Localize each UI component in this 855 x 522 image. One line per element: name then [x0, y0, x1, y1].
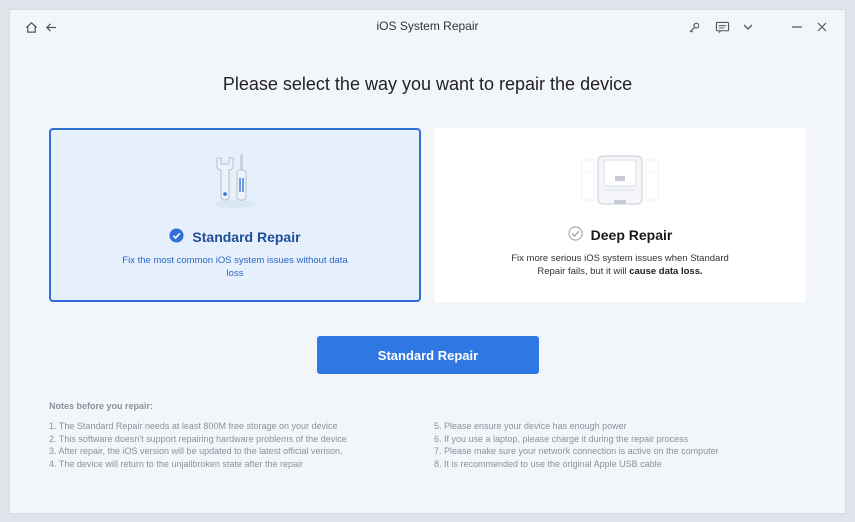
notes-list-left: 1. The Standard Repair needs at least 80… — [49, 420, 419, 470]
feedback-icon[interactable] — [713, 18, 731, 36]
chevron-down-icon[interactable] — [739, 18, 757, 36]
standard-repair-label: Standard Repair — [192, 229, 301, 245]
tools-icon — [51, 152, 419, 212]
standard-repair-desc: Fix the most common iOS system issues wi… — [122, 255, 348, 279]
standard-repair-button[interactable]: Standard Repair — [317, 336, 539, 374]
note-item: 3. After repair, the iOS version will be… — [49, 446, 343, 457]
note-item: 5. Please ensure your device has enough … — [434, 421, 627, 431]
device-icon — [434, 150, 806, 210]
standard-repair-title: Standard Repair — [51, 228, 419, 246]
app-window: iOS System Repair Please select the way … — [9, 9, 846, 514]
note-item: 7. Please make sure your network connect… — [434, 446, 719, 457]
deep-repair-title: Deep Repair — [434, 226, 806, 244]
notes-title: Notes before you repair: — [49, 401, 154, 411]
key-icon[interactable] — [685, 18, 703, 36]
notes-list-right: 5. Please ensure your device has enough … — [434, 420, 834, 470]
note-item: 2. This software doesn't support repairi… — [49, 433, 347, 444]
standard-repair-card[interactable]: Standard Repair Fix the most common iOS … — [49, 128, 421, 302]
note-item: 6. If you use a laptop, please charge it… — [434, 433, 689, 444]
note-item: 4. The device will return to the unjailb… — [49, 458, 303, 469]
check-circle-outline-icon — [568, 226, 583, 244]
deep-repair-card[interactable]: Deep Repair Fix more serious iOS system … — [434, 128, 806, 302]
data-loss-warning: cause data loss. — [629, 266, 703, 277]
deep-repair-label: Deep Repair — [590, 227, 673, 243]
note-item: 1. The Standard Repair needs at least 80… — [49, 421, 338, 431]
title-bar: iOS System Repair — [10, 10, 845, 44]
note-item: 8. It is recommended to use the original… — [434, 458, 662, 469]
page-title: Please select the way you want to repair… — [222, 74, 633, 94]
check-circle-icon — [169, 228, 184, 246]
close-icon[interactable] — [813, 18, 831, 36]
deep-repair-desc: Fix more serious iOS system issues when … — [504, 252, 736, 278]
minimize-icon[interactable] — [788, 18, 806, 36]
